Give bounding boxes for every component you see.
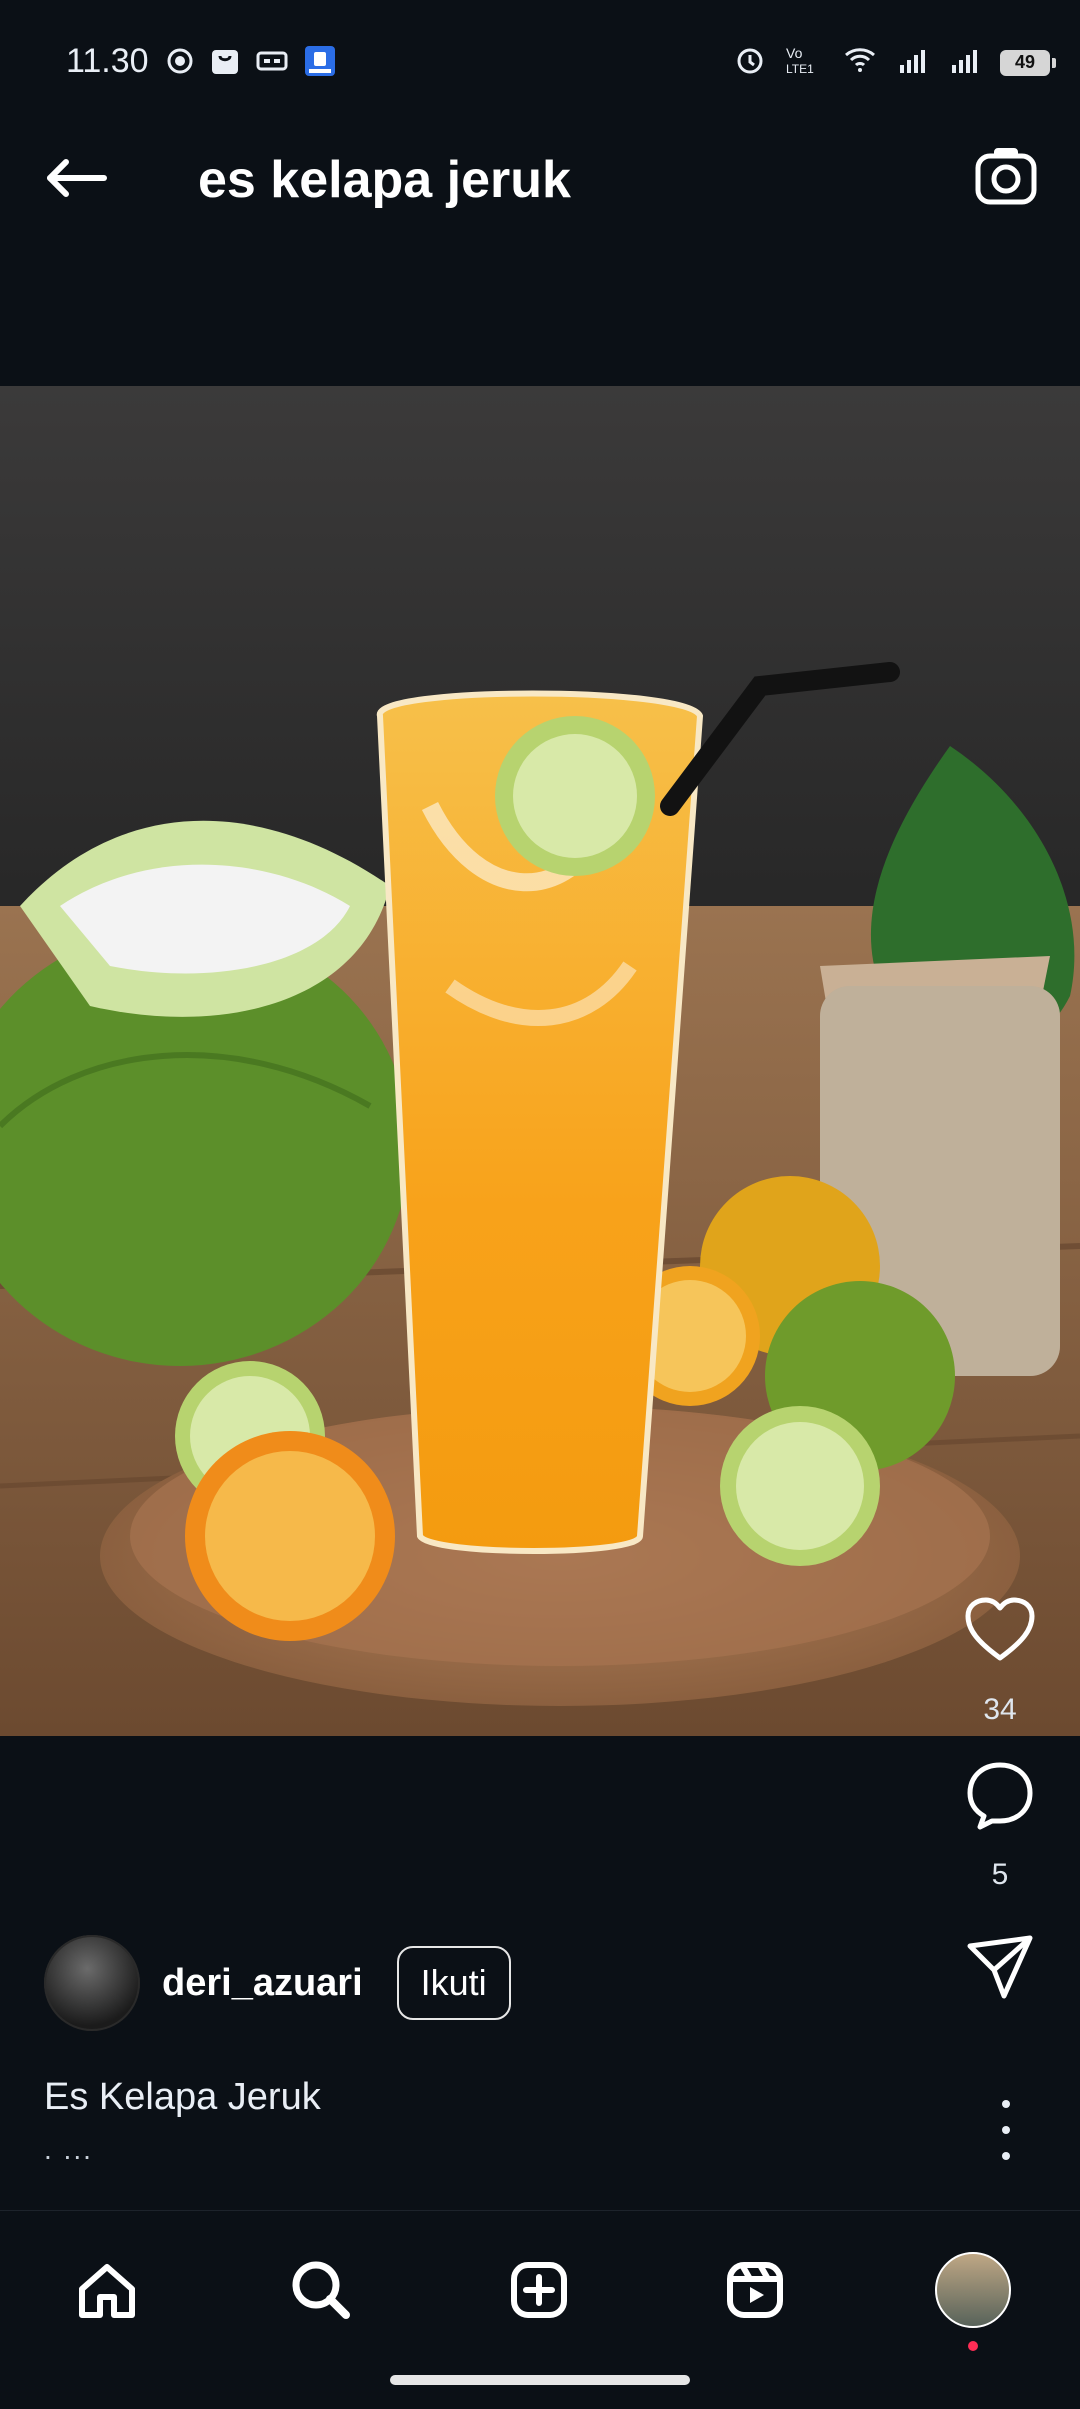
post-actions: 34 5: [950, 1590, 1050, 2011]
wifi-icon: [842, 45, 878, 80]
notification-dot: [968, 2341, 978, 2351]
caption-more[interactable]: . ...: [44, 2134, 93, 2166]
app-badge-icon: [303, 44, 337, 83]
author-avatar[interactable]: [44, 1935, 140, 2031]
home-indicator[interactable]: [390, 2375, 690, 2385]
status-bar: 11.30 Vo LTE1 49: [0, 0, 1080, 100]
nav-home[interactable]: [62, 2245, 152, 2335]
post-caption: Es Kelapa Jeruk: [44, 2076, 321, 2118]
nav-create[interactable]: [494, 2245, 584, 2335]
post-author-row: deri_azuari Ikuti: [44, 1935, 511, 2031]
svg-text:Vo: Vo: [786, 45, 803, 61]
more-vertical-icon: [1002, 2100, 1010, 2108]
back-button[interactable]: [36, 138, 116, 218]
card-icon: [255, 49, 289, 78]
battery-indicator: 49: [1000, 49, 1056, 76]
status-right-icons: Vo LTE1 49: [734, 44, 1056, 81]
alarm-icon: [734, 44, 766, 81]
post-image[interactable]: [0, 386, 1080, 1736]
profile-avatar-icon: [935, 2252, 1011, 2328]
nav-profile[interactable]: [928, 2245, 1018, 2351]
signal-icon-2: [948, 45, 982, 80]
comment-button[interactable]: [960, 1755, 1040, 1840]
svg-text:LTE1: LTE1: [786, 62, 814, 76]
search-icon: [292, 2261, 350, 2319]
share-button[interactable]: [960, 1926, 1040, 2011]
nav-search[interactable]: [276, 2245, 366, 2335]
drink-photo: [0, 386, 1080, 1736]
add-square-icon: [511, 2262, 567, 2318]
heart-icon: [965, 1597, 1035, 1661]
author-username[interactable]: deri_azuari: [162, 1962, 363, 2005]
more-options-button[interactable]: [986, 2100, 1026, 2160]
signal-icon: [896, 45, 930, 80]
nav-reels[interactable]: [710, 2245, 800, 2335]
like-button[interactable]: [960, 1590, 1040, 1675]
status-left-icons: [165, 44, 337, 83]
shopping-bag-icon: [209, 45, 241, 82]
follow-button[interactable]: Ikuti: [396, 1946, 511, 2020]
arrow-left-icon: [47, 159, 107, 197]
volte-icon: Vo LTE1: [784, 44, 824, 81]
comments-count: 5: [991, 1858, 1009, 1891]
reels-icon: [727, 2262, 783, 2318]
camera-button[interactable]: [968, 138, 1044, 214]
top-bar: es kelapa jeruk: [0, 100, 1080, 250]
camera-icon: [975, 148, 1037, 205]
send-icon: [967, 1935, 1033, 1999]
likes-count: 34: [983, 1693, 1017, 1726]
comment-icon: [967, 1762, 1033, 1830]
notification-circle-icon: [165, 46, 195, 81]
status-time: 11.30: [66, 42, 149, 80]
home-icon: [79, 2264, 135, 2318]
page-title: es kelapa jeruk: [198, 151, 571, 209]
